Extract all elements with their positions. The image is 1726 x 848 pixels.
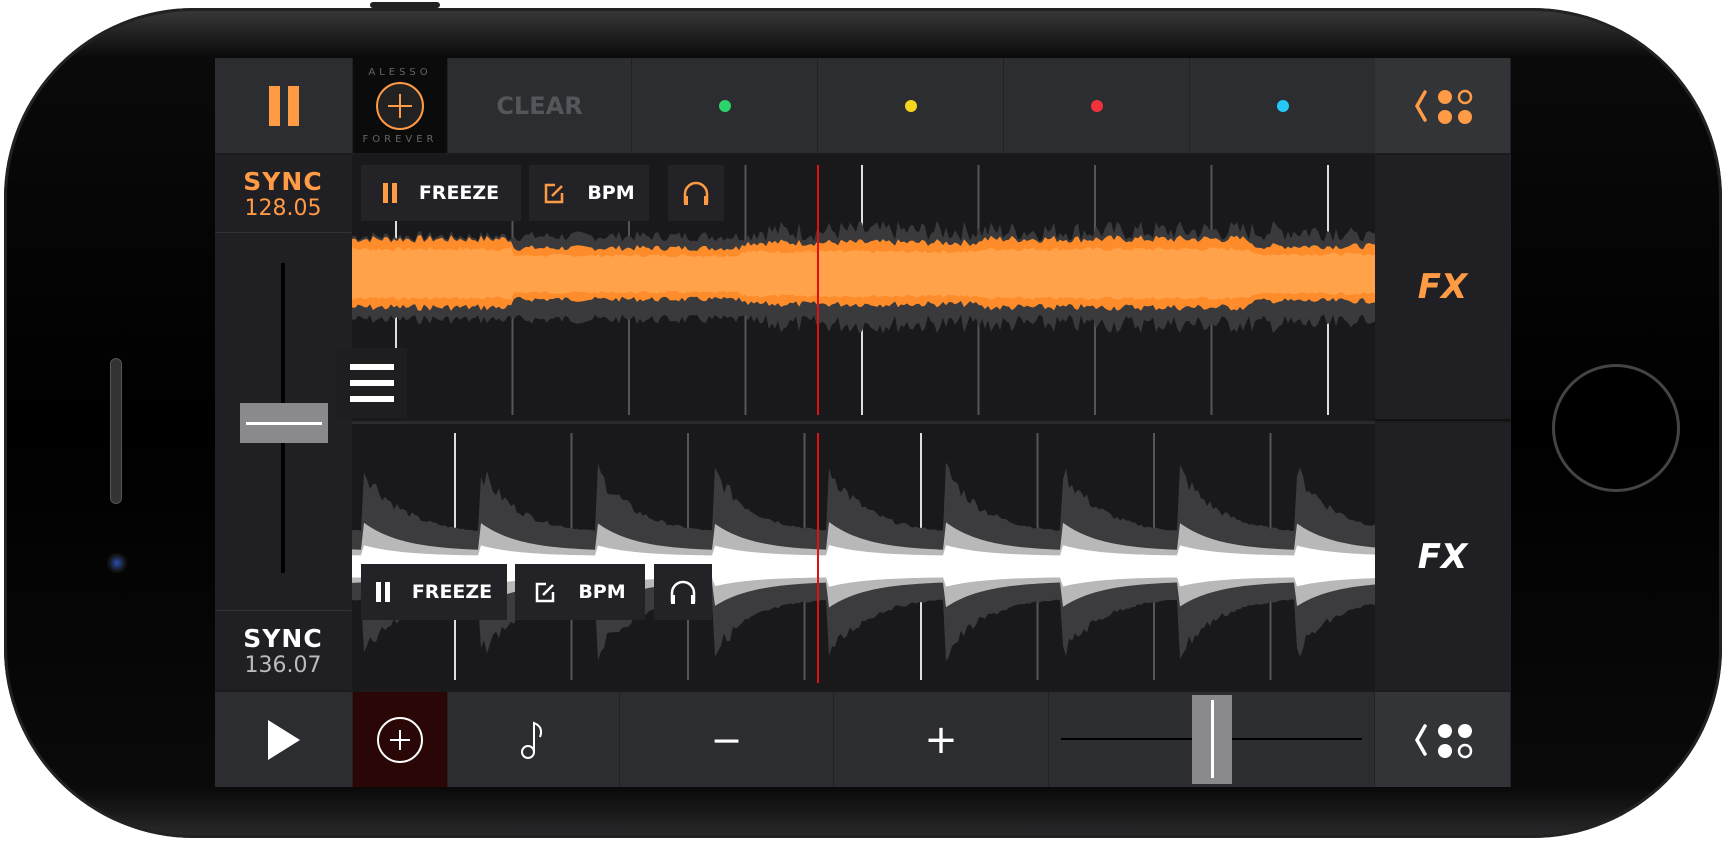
deck-divider	[352, 421, 1375, 424]
hot-cue-pad-3[interactable]	[1004, 58, 1190, 153]
cue-color-dot	[904, 99, 917, 112]
crossfader-handle[interactable]	[1192, 695, 1232, 784]
crossfader[interactable]	[1049, 692, 1375, 787]
pause-icon	[375, 582, 390, 602]
add-track-icon	[377, 716, 423, 763]
deck2-cue-headphones-button[interactable]	[654, 564, 712, 620]
pitch-plus-button[interactable]: +	[834, 692, 1049, 787]
cue-color-dot	[1090, 99, 1103, 112]
fader-handle[interactable]	[240, 403, 328, 443]
deck1-bpm-value: 128.05	[244, 195, 322, 221]
add-track-icon	[376, 81, 424, 130]
sync-label: SYNC	[243, 166, 323, 196]
deck2-album-load-button[interactable]	[353, 692, 448, 787]
freeze-label: FREEZE	[418, 182, 500, 204]
deck1-playhead	[817, 165, 819, 415]
pitch-minus-button[interactable]: −	[620, 692, 834, 787]
music-note-icon	[520, 721, 542, 759]
deck2-freeze-button[interactable]: FREEZE	[361, 564, 507, 620]
dj-app-screen: ALESSO FOREVER CLEAR SYNC 128.05 SYNC 13…	[215, 58, 1511, 787]
edit-icon	[536, 582, 555, 603]
fx-label: FX	[1417, 536, 1468, 577]
deck1-fx-button[interactable]: FX	[1375, 155, 1511, 421]
music-library-button[interactable]	[448, 692, 620, 787]
hot-cue-pad-2[interactable]	[818, 58, 1004, 153]
phone-speaker	[110, 358, 122, 504]
album-text: FOREVER	[362, 133, 438, 145]
fx-label: FX	[1417, 267, 1468, 307]
deck1-cue-headphones-button[interactable]	[668, 165, 724, 221]
hot-cue-pad-4[interactable]	[1190, 58, 1376, 153]
deck2-sync-button[interactable]: SYNC 136.07	[215, 610, 352, 690]
deck1-waveform-core	[352, 247, 1375, 301]
pause-icon	[382, 183, 397, 203]
album-text: ALESSO	[368, 66, 432, 78]
chevron-dots-icon	[1414, 723, 1472, 758]
deck1-panel-toggle[interactable]	[1375, 58, 1511, 153]
freeze-label: FREEZE	[411, 581, 493, 603]
deck1-bpm-button[interactable]: BPM	[529, 165, 649, 221]
deck2-bpm-button[interactable]: BPM	[515, 564, 645, 620]
pause-icon	[268, 85, 299, 126]
cue-color-dot	[1276, 99, 1289, 112]
deck1-freeze-button[interactable]: FREEZE	[361, 165, 521, 221]
deck2-panel-toggle[interactable]	[1375, 692, 1511, 787]
deck1-pause-button[interactable]	[215, 58, 353, 153]
deck2-bpm-value: 136.07	[244, 652, 322, 678]
headphones-icon	[670, 580, 696, 604]
bpm-label: BPM	[587, 182, 635, 204]
home-button[interactable]	[1552, 364, 1680, 492]
deck2-playhead	[817, 433, 819, 683]
hamburger-icon	[350, 364, 394, 402]
clear-button[interactable]: CLEAR	[448, 58, 632, 153]
deck2-fx-button[interactable]: FX	[1375, 423, 1511, 690]
deck1-sync-button[interactable]: SYNC 128.05	[215, 155, 352, 233]
volume-fader[interactable]	[215, 233, 352, 610]
headphones-icon	[683, 181, 709, 205]
sync-label: SYNC	[243, 623, 323, 653]
edit-icon	[545, 183, 564, 204]
chevron-dots-icon	[1414, 89, 1472, 124]
cue-color-dot	[718, 99, 731, 112]
volume-button[interactable]	[370, 2, 440, 8]
menu-button[interactable]	[337, 348, 407, 418]
bpm-label: BPM	[578, 581, 626, 603]
play-icon	[267, 719, 300, 760]
hot-cue-pad-1[interactable]	[632, 58, 818, 153]
phone-camera	[107, 553, 127, 573]
deck2-play-button[interactable]	[215, 692, 353, 787]
deck1-album-load-button[interactable]: ALESSO FOREVER	[353, 58, 448, 153]
